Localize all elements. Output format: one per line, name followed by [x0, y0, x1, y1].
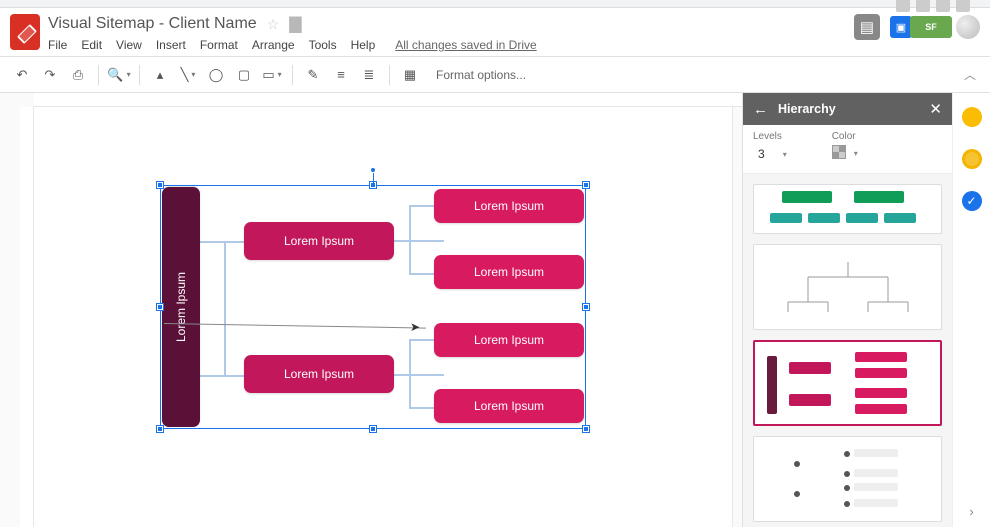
print-button[interactable]: ⎙	[66, 63, 90, 87]
collapse-toolbar-icon[interactable]: ︿	[964, 66, 976, 83]
save-status[interactable]: All changes saved in Drive	[395, 38, 536, 52]
collab-avatar-1[interactable]: ▣	[890, 16, 912, 38]
ruler-vertical[interactable]	[20, 107, 34, 527]
template-list[interactable]	[743, 174, 952, 527]
account-avatar[interactable]	[956, 15, 980, 39]
selection-handle-se[interactable]	[583, 426, 589, 432]
selection-handle-ne[interactable]	[583, 182, 589, 188]
toolbar: ↶ ↷ ⎙ 🔍 ▴ ╲ ◯ ▢ ▭ ✎ ≡ ≣ ▦ Format options…	[0, 57, 990, 93]
title-area: Visual Sitemap - Client Name ☆ ▇ File Ed…	[48, 14, 854, 52]
menu-view[interactable]: View	[116, 38, 142, 52]
extension-row	[896, 0, 970, 12]
panel-back-icon[interactable]: ←	[753, 101, 768, 118]
redo-button[interactable]: ↷	[38, 63, 62, 87]
image-tool[interactable]: ▭	[260, 63, 284, 87]
app-logo-icon[interactable]	[10, 14, 40, 50]
extension-1[interactable]	[896, 0, 910, 12]
open-comments-icon[interactable]: ▤	[854, 14, 880, 40]
line-weight-tool[interactable]: ≡	[329, 63, 353, 87]
addon-keep-icon[interactable]	[962, 149, 982, 169]
line-tool[interactable]: ╲	[176, 63, 200, 87]
zoom-dropdown[interactable]: 🔍	[107, 63, 131, 87]
browser-strip	[0, 0, 990, 8]
sep	[139, 65, 140, 85]
extension-4[interactable]	[956, 0, 970, 12]
undo-button[interactable]: ↶	[10, 63, 34, 87]
extension-3[interactable]	[936, 0, 950, 12]
selection-box[interactable]	[160, 185, 586, 429]
format-options-button[interactable]: Format options...	[436, 68, 526, 82]
fill-dropdown-icon	[850, 145, 858, 159]
drawing-layer: Lorem Ipsum Lorem Ipsum Lorem Ipsum Lore…	[34, 107, 732, 527]
menu-tools[interactable]: Tools	[309, 38, 337, 52]
star-icon[interactable]: ☆	[267, 16, 280, 33]
panel-options: Levels 3 Color	[743, 125, 952, 174]
doc-title-row: Visual Sitemap - Client Name ☆ ▇	[48, 14, 854, 34]
color-label: Color	[832, 131, 858, 142]
sep	[98, 65, 99, 85]
addon-tasks-icon[interactable]	[962, 191, 982, 211]
selection-handle-sw[interactable]	[157, 426, 163, 432]
template-1[interactable]	[753, 184, 942, 234]
hierarchy-panel: ← Hierarchy ✕ Levels 3 Color	[742, 93, 952, 527]
menu-help[interactable]: Help	[351, 38, 376, 52]
addon-calendar-icon[interactable]	[962, 107, 982, 127]
app-header: Visual Sitemap - Client Name ☆ ▇ File Ed…	[0, 8, 990, 52]
cursor-pointer-icon: ➤	[410, 320, 420, 334]
levels-value: 3	[758, 147, 765, 161]
levels-dropdown[interactable]: 3	[753, 145, 792, 163]
textbox-tool[interactable]: ▢	[232, 63, 256, 87]
selection-handle-e[interactable]	[583, 304, 589, 310]
collab-avatar-2[interactable]: SF	[910, 16, 952, 38]
paint-tool[interactable]: ✎	[301, 63, 325, 87]
color-picker[interactable]	[832, 145, 858, 159]
drawing-canvas[interactable]: Lorem Ipsum Lorem Ipsum Lorem Ipsum Lore…	[34, 107, 732, 527]
extension-2[interactable]	[916, 0, 930, 12]
side-addons-bar: ›	[952, 93, 990, 527]
template-2[interactable]	[753, 244, 942, 330]
panel-close-icon[interactable]: ✕	[929, 100, 942, 118]
rotation-stem	[373, 173, 374, 185]
selection-handle-s[interactable]	[370, 426, 376, 432]
doc-title[interactable]: Visual Sitemap - Client Name	[48, 15, 257, 33]
more-tool[interactable]: ▦	[398, 63, 422, 87]
addons-collapse-icon[interactable]: ›	[969, 504, 973, 519]
menu-edit[interactable]: Edit	[81, 38, 102, 52]
shape-tool[interactable]: ◯	[204, 63, 228, 87]
panel-title: Hierarchy	[778, 102, 919, 116]
ruler-horizontal[interactable]	[34, 93, 742, 107]
header-right: ▤ ▣ SF	[854, 14, 980, 40]
line-dash-tool[interactable]: ≣	[357, 63, 381, 87]
select-tool[interactable]: ▴	[148, 63, 172, 87]
menu-arrange[interactable]: Arrange	[252, 38, 295, 52]
menu-insert[interactable]: Insert	[156, 38, 186, 52]
menu-bar: File Edit View Insert Format Arrange Too…	[48, 38, 854, 52]
selection-handle-nw[interactable]	[157, 182, 163, 188]
menu-format[interactable]: Format	[200, 38, 238, 52]
menu-file[interactable]: File	[48, 38, 67, 52]
template-3[interactable]	[753, 340, 942, 426]
canvas-wrap: Lorem Ipsum Lorem Ipsum Lorem Ipsum Lore…	[0, 93, 742, 527]
template-2-svg	[768, 252, 928, 322]
template-4[interactable]	[753, 436, 942, 522]
selection-handle-w[interactable]	[157, 304, 163, 310]
avatar-group: ▣ SF	[890, 15, 980, 39]
sep	[389, 65, 390, 85]
levels-label: Levels	[753, 131, 792, 142]
panel-header: ← Hierarchy ✕	[743, 93, 952, 125]
folder-icon[interactable]: ▇	[289, 14, 301, 34]
sep	[292, 65, 293, 85]
main-area: Lorem Ipsum Lorem Ipsum Lorem Ipsum Lore…	[0, 93, 990, 527]
fill-swatch-icon	[832, 145, 846, 159]
